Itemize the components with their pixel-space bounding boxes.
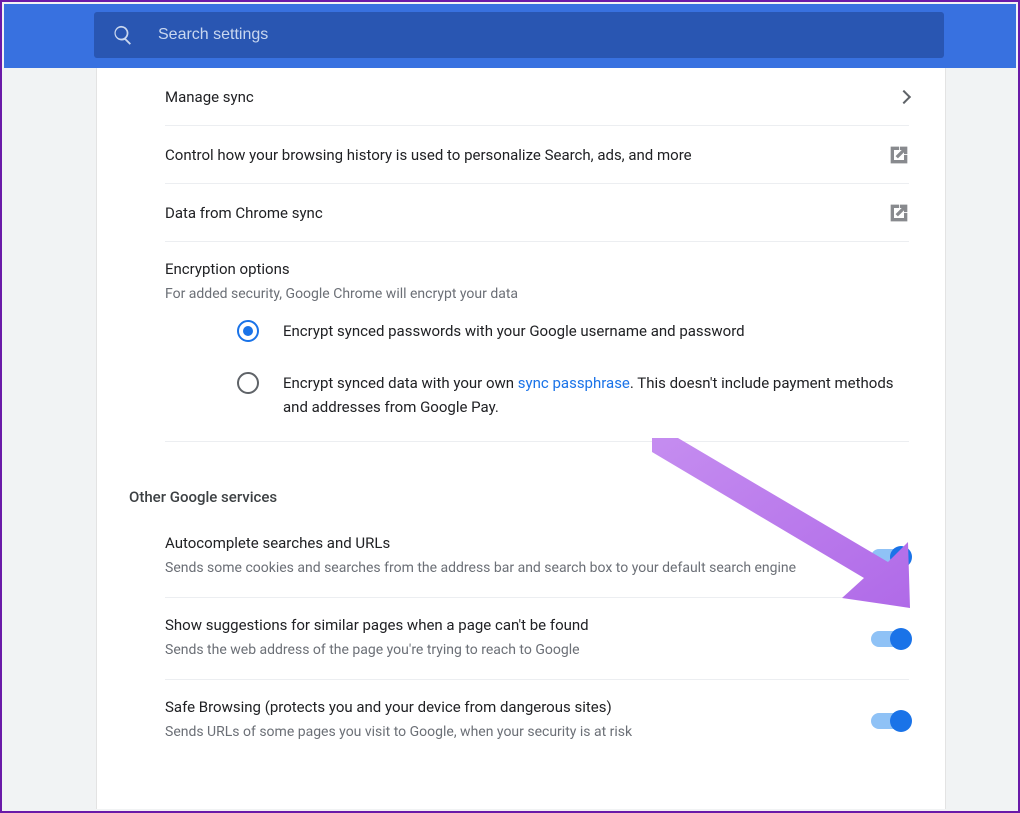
radio-selected-icon[interactable] (237, 320, 259, 342)
chrome-sync-data-label: Data from Chrome sync (165, 204, 889, 222)
chevron-right-icon (897, 89, 911, 103)
other-google-services-heading: Other Google services (129, 442, 909, 516)
external-link-icon (889, 203, 909, 223)
encrypt-with-passphrase-row[interactable]: Encrypt synced data with your own sync p… (165, 357, 909, 433)
encrypt-with-google-row[interactable]: Encrypt synced passwords with your Googl… (165, 305, 909, 357)
suggestions-toggle[interactable] (871, 631, 909, 647)
suggestions-sub: Sends the web address of the page you're… (165, 640, 839, 661)
search-icon (112, 24, 134, 46)
radio-unselected-icon[interactable] (237, 372, 259, 394)
toggle-knob-icon (890, 628, 912, 650)
external-link-icon (889, 145, 909, 165)
toggle-knob-icon (890, 710, 912, 732)
autocomplete-row: Autocomplete searches and URLs Sends som… (165, 516, 909, 598)
suggestions-row: Show suggestions for similar pages when … (165, 598, 909, 680)
manage-sync-label: Manage sync (165, 88, 899, 106)
control-history-row[interactable]: Control how your browsing history is use… (165, 126, 909, 184)
autocomplete-toggle[interactable] (871, 549, 909, 565)
chrome-sync-data-row[interactable]: Data from Chrome sync (165, 184, 909, 242)
encrypt-with-passphrase-label: Encrypt synced data with your own sync p… (283, 371, 909, 419)
header-bar (4, 4, 1016, 68)
safe-browsing-toggle[interactable] (871, 713, 909, 729)
autocomplete-sub: Sends some cookies and searches from the… (165, 558, 839, 579)
safe-browsing-title: Safe Browsing (protects you and your dev… (165, 698, 839, 716)
suggestions-title: Show suggestions for similar pages when … (165, 616, 839, 634)
safe-browsing-row: Safe Browsing (protects you and your dev… (165, 680, 909, 761)
toggle-knob-icon (890, 546, 912, 568)
encrypt-opt2-text-a: Encrypt synced data with your own (283, 374, 518, 392)
autocomplete-title: Autocomplete searches and URLs (165, 534, 839, 552)
search-input[interactable] (158, 26, 926, 44)
manage-sync-row[interactable]: Manage sync (165, 68, 909, 126)
encrypt-with-google-label: Encrypt synced passwords with your Googl… (283, 319, 745, 343)
safe-browsing-sub: Sends URLs of some pages you visit to Go… (165, 722, 839, 743)
encryption-options-block: Encryption options For added security, G… (165, 242, 909, 442)
control-history-label: Control how your browsing history is use… (165, 146, 889, 164)
sync-passphrase-link[interactable]: sync passphrase (518, 374, 630, 392)
search-settings-bar[interactable] (94, 12, 944, 58)
encryption-subtitle: For added security, Google Chrome will e… (165, 284, 909, 305)
settings-card: Manage sync Control how your browsing hi… (96, 68, 946, 809)
encryption-title: Encryption options (165, 260, 909, 278)
